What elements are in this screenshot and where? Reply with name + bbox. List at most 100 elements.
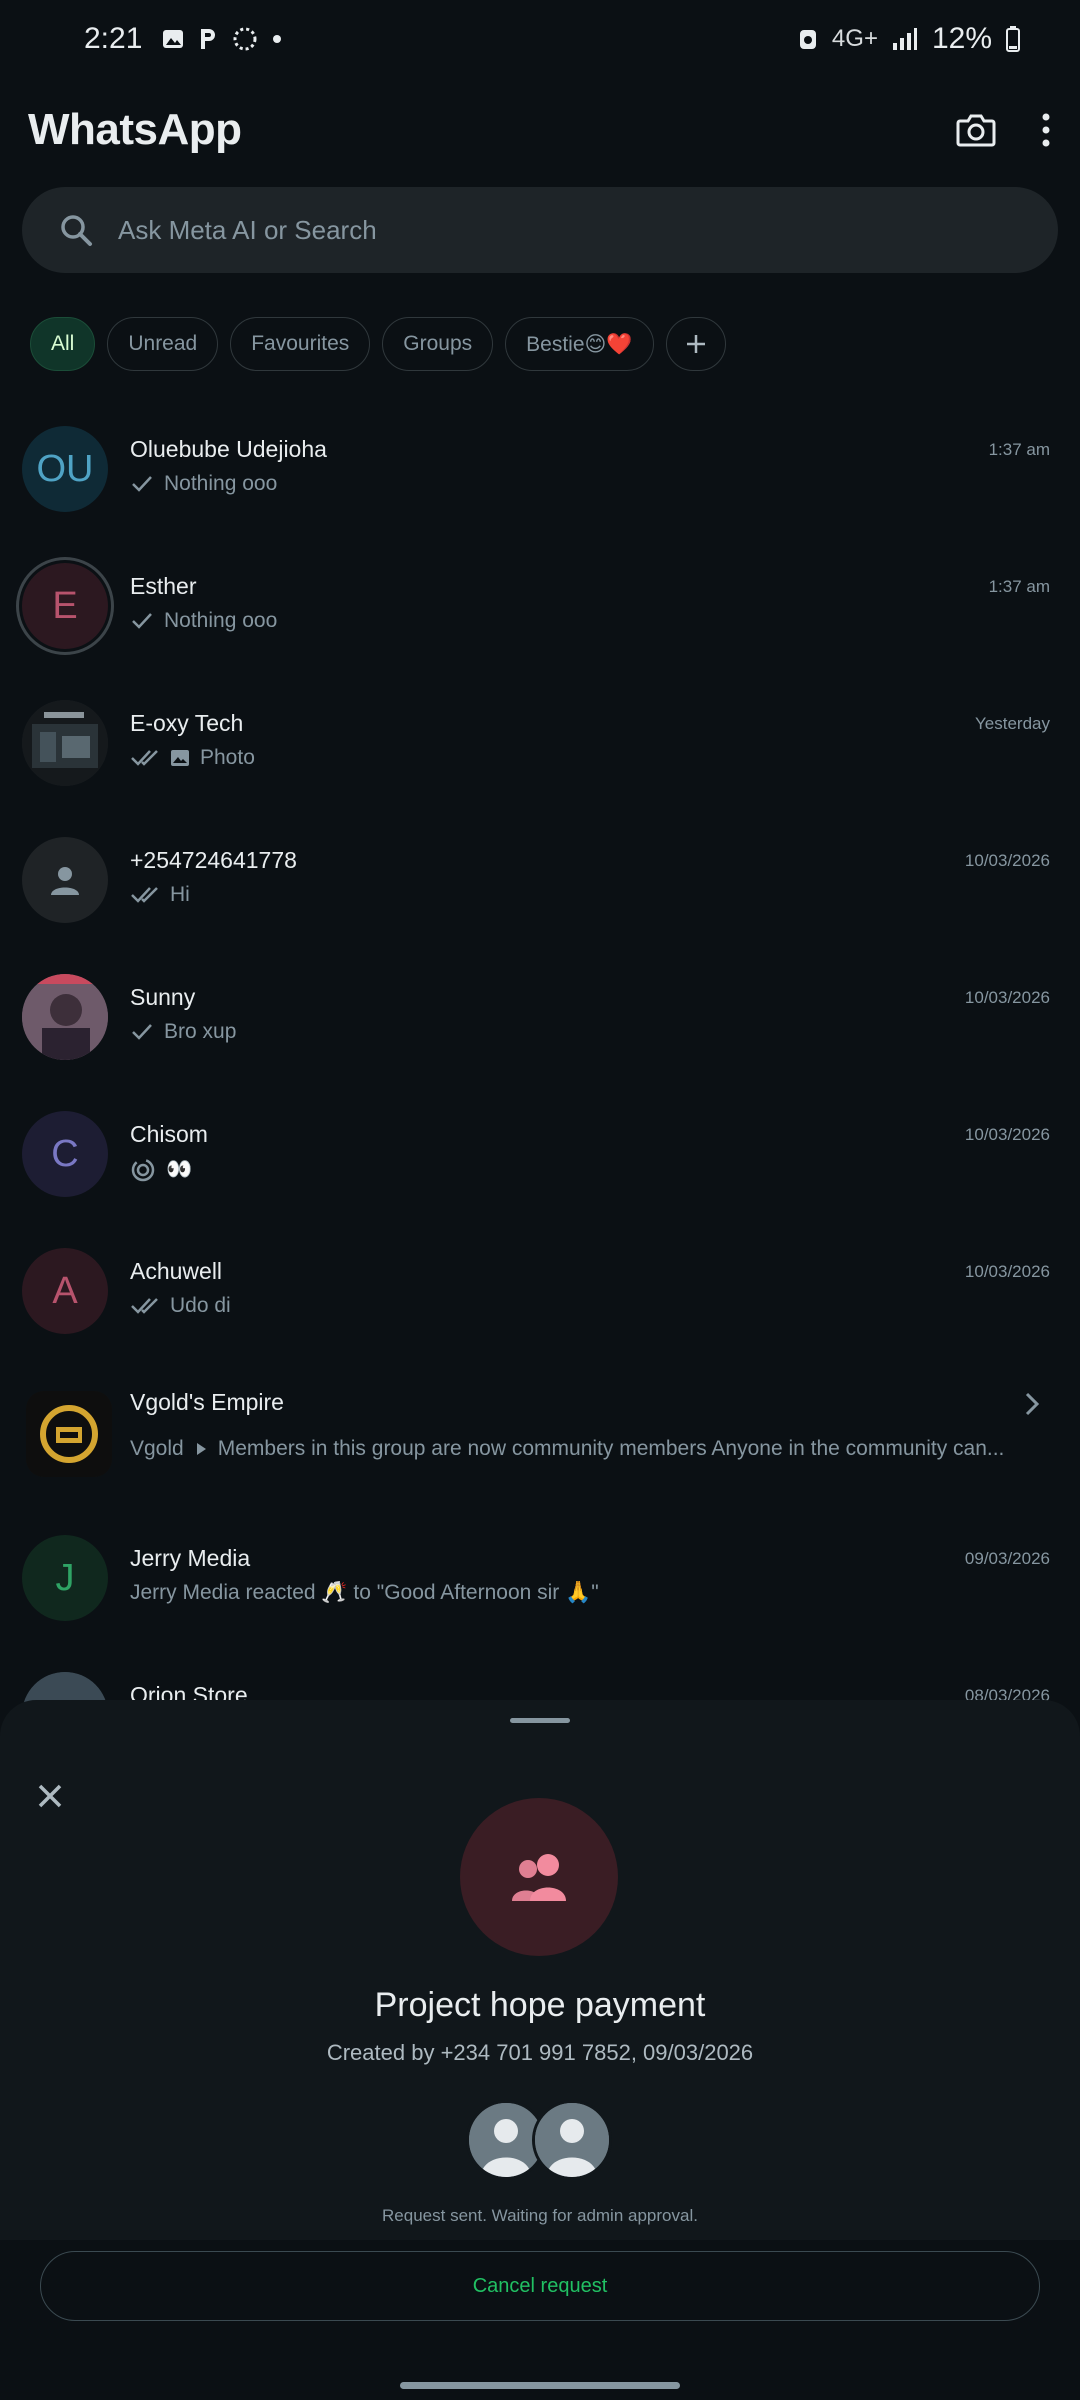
photo-icon: [171, 750, 189, 766]
status-bar-right: 4G+ 12%: [798, 22, 1020, 56]
p-letter-icon: [201, 29, 216, 49]
request-status: Request sent. Waiting for admin approval…: [382, 2206, 698, 2225]
chat-row[interactable]: C Chisom 👀 10/03/2026: [0, 1085, 1080, 1222]
chat-preview: Photo: [130, 746, 255, 770]
preview-text: Udo di: [170, 1294, 231, 1317]
chat-name: Vgold's Empire: [130, 1389, 284, 1415]
avatar: J: [22, 1535, 108, 1621]
chip-groups[interactable]: Groups: [382, 317, 494, 371]
chip-favourites[interactable]: Favourites: [230, 317, 371, 371]
close-button[interactable]: [30, 1776, 70, 1816]
search-bar[interactable]: [22, 187, 1058, 273]
community-row[interactable]: Vgold's Empire Vgold Members in this gro…: [0, 1359, 1080, 1509]
status-bar: 2:21 4G+ 12%: [0, 0, 1080, 78]
community-avatar: [26, 1391, 112, 1477]
more-vert-icon: [1042, 113, 1050, 147]
avatar: OU: [22, 426, 108, 512]
double-check-icon: [131, 887, 158, 903]
group-avatar: [460, 1798, 618, 1956]
search-input[interactable]: [116, 213, 1020, 247]
loading-icon: [233, 27, 257, 51]
play-arrow-icon: [196, 1443, 206, 1455]
chat-row[interactable]: OU Oluebube Udejioha Nothing ooo 1:37 am: [0, 400, 1080, 537]
chat-time: 09/03/2026: [964, 1549, 1050, 1568]
avatar: A: [22, 1248, 108, 1334]
double-check-icon: [131, 750, 158, 766]
chat-time: Yesterday: [975, 714, 1050, 733]
chat-preview: Nothing ooo: [130, 472, 277, 496]
chat-name: Achuwell: [130, 1258, 223, 1284]
group-name: Project hope payment: [374, 1986, 706, 2024]
chip-bestie[interactable]: Bestie😊❤️: [505, 317, 654, 371]
chat-row[interactable]: Sunny Bro xup 10/03/2026: [0, 948, 1080, 1085]
chat-name: +254724641778: [130, 847, 297, 873]
image-icon: [163, 30, 184, 48]
chat-time: 10/03/2026: [964, 988, 1050, 1007]
app-header: WhatsApp: [0, 90, 1080, 170]
single-check-icon: [132, 613, 152, 629]
more-options-button[interactable]: [1040, 112, 1052, 148]
chat-row[interactable]: A Achuwell Udo di 10/03/2026: [0, 1222, 1080, 1359]
preview-text: Nothing ooo: [164, 609, 278, 632]
single-check-icon: [132, 1024, 152, 1040]
cancel-request-button[interactable]: Cancel request: [40, 2251, 1040, 2321]
chat-preview: Hi: [130, 883, 190, 907]
profile-photo-icon: [22, 700, 108, 786]
chat-preview: Jerry Media reacted 🥂 to "Good Afternoon…: [130, 1581, 599, 1605]
community-logo-icon: [26, 1391, 112, 1477]
chat-time: 1:37 am: [988, 440, 1050, 459]
preview-text: Hi: [170, 883, 190, 906]
close-icon: [38, 1784, 62, 1808]
chip-unread[interactable]: Unread: [107, 317, 219, 371]
chat-name: Esther: [130, 573, 197, 599]
chat-name: Jerry Media: [130, 1545, 251, 1571]
chat-preview: Vgold Members in this group are now comm…: [130, 1437, 1008, 1461]
avatar: [22, 700, 108, 786]
chat-time: 10/03/2026: [964, 1125, 1050, 1144]
double-check-icon: [131, 1298, 158, 1314]
community-open-button[interactable]: [1024, 1391, 1040, 1422]
member-avatars: [466, 2100, 616, 2180]
chat-preview: Nothing ooo: [130, 609, 277, 633]
group-created-info: Created by +234 701 991 7852, 09/03/2026: [326, 2040, 754, 2065]
status-ring-icon: [131, 1158, 155, 1182]
preview-text: Nothing ooo: [164, 472, 278, 495]
default-person-icon: [535, 2103, 609, 2177]
profile-photo-icon: [22, 974, 108, 1060]
member-avatar: [532, 2100, 612, 2180]
avatar: [22, 837, 108, 923]
preview-sender: Vgold: [130, 1437, 184, 1460]
preview-text: Jerry Media reacted 🥂 to "Good Afternoon…: [130, 1581, 599, 1604]
header-actions: [956, 112, 1052, 148]
preview-text: Bro xup: [164, 1020, 237, 1043]
battery-level: 12%: [931, 22, 992, 55]
dot-icon: [273, 35, 282, 43]
chat-preview: 👀: [130, 1157, 192, 1183]
avatar: E: [22, 563, 108, 649]
signal-icon: [892, 28, 917, 50]
chat-row[interactable]: J Jerry Media Jerry Media reacted 🥂 to "…: [0, 1509, 1080, 1646]
preview-text: Members in this group are now community …: [217, 1437, 1005, 1460]
preview-text: 👀: [166, 1158, 193, 1181]
chip-all[interactable]: All: [30, 317, 96, 371]
add-filter-button[interactable]: [665, 317, 726, 371]
camera-button[interactable]: [956, 112, 996, 148]
avatar: C: [22, 1111, 108, 1197]
gesture-nav-bar[interactable]: [400, 2382, 680, 2389]
battery-icon: [1006, 26, 1020, 52]
alarm-icon: [799, 30, 816, 49]
chat-row[interactable]: E Esther Nothing ooo 1:37 am: [0, 537, 1080, 674]
camera-icon: [956, 114, 996, 147]
chat-row[interactable]: +254724641778 Hi 10/03/2026: [0, 811, 1080, 948]
filter-chips: All Unread Favourites Groups Bestie😊❤️: [30, 317, 726, 371]
status-time: 2:21: [84, 22, 143, 55]
single-check-icon: [132, 476, 152, 492]
chat-time: 1:37 am: [988, 577, 1050, 596]
network-type: 4G+: [831, 25, 878, 52]
chevron-right-icon: [1025, 1392, 1040, 1416]
default-person-icon: [51, 867, 79, 895]
drag-handle[interactable]: [510, 1718, 570, 1723]
avatar: [22, 974, 108, 1060]
chat-name: E-oxy Tech: [130, 710, 244, 736]
chat-row[interactable]: E-oxy Tech Photo Yesterday: [0, 674, 1080, 811]
